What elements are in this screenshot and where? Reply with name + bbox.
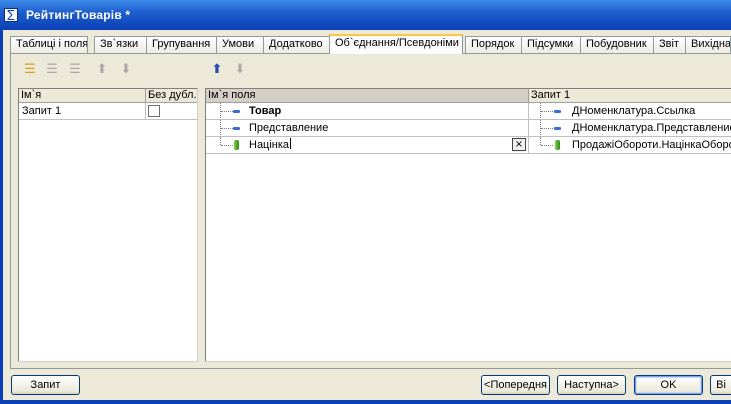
column-header-query[interactable]: Запит 1 <box>529 89 731 103</box>
queries-grid[interactable]: Ім`я Без дубл. Запит 1 <box>18 88 198 362</box>
delete-query-icon[interactable]: ☰ <box>66 61 84 79</box>
tab-totals[interactable]: Підсумки <box>521 36 581 53</box>
tab-report[interactable]: Звіт <box>653 36 686 53</box>
fields-grid[interactable]: Ім`я поля Запит 1 Товар ДНоменклатура.Сс… <box>205 88 731 362</box>
resource-icon <box>234 140 239 150</box>
resource-icon <box>555 140 560 150</box>
field-icon <box>554 127 561 130</box>
copy-query-icon[interactable]: ☰ <box>43 61 61 79</box>
text-caret <box>290 138 292 149</box>
query-button[interactable]: Запит <box>11 375 80 395</box>
add-query-icon[interactable]: ☰ <box>21 61 39 79</box>
tab-additional[interactable]: Додатково <box>263 36 334 53</box>
window-title: РейтингТоварів * <box>26 8 131 22</box>
move-up-icon[interactable]: ⬆ <box>93 61 111 79</box>
field-row-3-source[interactable]: ПродажіОбороти.НацінкаОборот <box>529 137 731 154</box>
move-down-icon[interactable]: ⬇ <box>117 61 135 79</box>
field-name-editor[interactable]: Націнка <box>249 137 292 153</box>
no-duplicates-checkbox[interactable] <box>148 105 160 117</box>
query-row-name[interactable]: Запит 1 <box>19 103 146 120</box>
tab-order[interactable]: Порядок <box>465 36 522 53</box>
window-frame-bottom <box>0 400 731 404</box>
tab-links[interactable]: Зв`язки <box>94 36 152 53</box>
tab-conditions[interactable]: Умови <box>216 36 270 53</box>
field-row-1-source[interactable]: ДНоменклатура.Ссылка <box>529 103 731 120</box>
tab-union-aliases[interactable]: Об`єднання/Псевдоніми <box>329 34 463 54</box>
field-row-2-source[interactable]: ДНоменклатура.Представление <box>529 120 731 137</box>
sum-icon[interactable]: ∑ <box>4 8 18 22</box>
query-row-no-duplicates-cell <box>146 103 197 120</box>
field-row-3-name[interactable]: Націнка × <box>206 137 529 154</box>
field-icon <box>233 127 240 130</box>
column-header-field-name[interactable]: Ім`я поля <box>206 89 529 103</box>
tab-strip: Таблиці і поля Зв`язки Групування Умови … <box>10 34 731 54</box>
field-icon <box>233 110 240 113</box>
column-header-no-duplicates[interactable]: Без дубл. <box>146 89 197 103</box>
field-down-icon[interactable]: ⬇ <box>231 61 249 79</box>
tab-tables-fields[interactable]: Таблиці і поля <box>10 36 88 53</box>
tab-grouping[interactable]: Групування <box>146 36 225 53</box>
column-header-name[interactable]: Ім`я <box>19 89 146 103</box>
field-row-1-name[interactable]: Товар <box>206 103 529 120</box>
tab-content-panel: ☰ ☰ ☰ ⬆ ⬇ ⬆ ⬇ Ім`я Без дубл. Запит 1 Ім`… <box>10 53 731 369</box>
last-button[interactable]: Ві <box>710 375 731 395</box>
window-frame-left <box>0 30 3 404</box>
ok-button[interactable]: OK <box>634 375 703 395</box>
field-up-icon[interactable]: ⬆ <box>208 61 226 79</box>
next-button[interactable]: Наступна> <box>557 375 626 395</box>
title-bar: ∑ РейтингТоварів * <box>0 0 731 30</box>
clear-icon[interactable]: × <box>512 138 526 151</box>
field-row-2-name[interactable]: Представление <box>206 120 529 137</box>
tab-builder[interactable]: Побудовник <box>580 36 654 53</box>
tab-output[interactable]: Вихідна <box>685 36 731 53</box>
previous-button[interactable]: <Попередня <box>481 375 550 395</box>
field-icon <box>554 110 561 113</box>
